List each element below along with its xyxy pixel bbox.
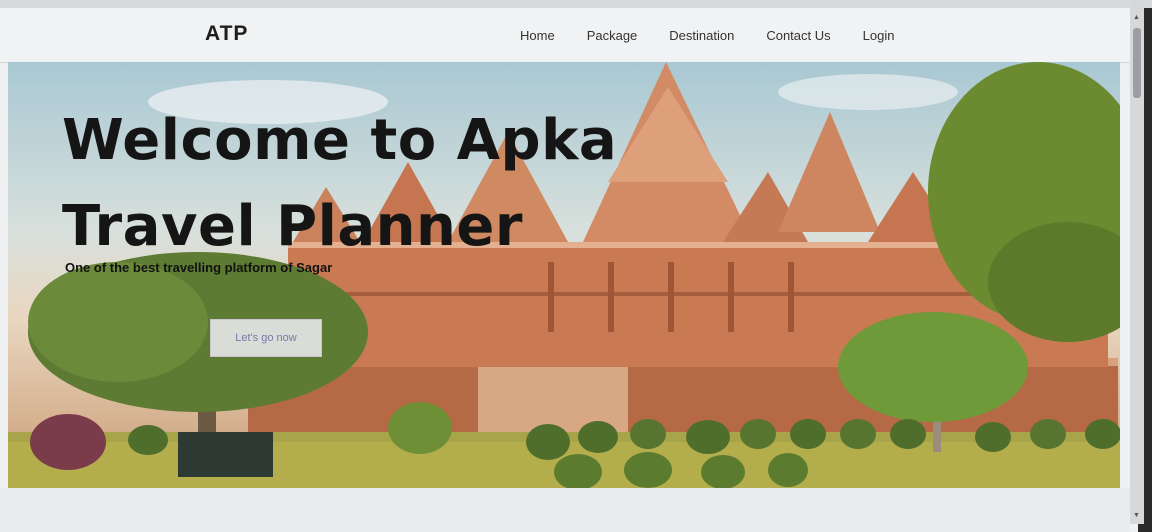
brand-logo[interactable]: ATP (205, 22, 248, 46)
hero-title: Welcome to Apka Travel Planner (62, 108, 618, 259)
scroll-up-arrow-icon[interactable]: ▲ (1133, 14, 1140, 21)
hero-subtitle: One of the best travelling platform of S… (65, 260, 333, 275)
nav-contact-us[interactable]: Contact Us (766, 28, 830, 43)
navbar: ATP Home Package Destination Contact Us … (0, 8, 1130, 63)
scrollbar-thumb[interactable] (1133, 28, 1141, 98)
nav-home[interactable]: Home (520, 28, 555, 43)
browser-top-strip (0, 0, 1152, 8)
browser-viewport: ATP Home Package Destination Contact Us … (0, 8, 1138, 532)
nav-package[interactable]: Package (587, 28, 638, 43)
hero-section: Welcome to Apka Travel Planner One of th… (8, 62, 1120, 488)
nav-destination[interactable]: Destination (669, 28, 734, 43)
below-hero-area (0, 488, 1130, 532)
lets-go-now-button[interactable]: Let's go now (210, 319, 322, 357)
nav-login[interactable]: Login (863, 28, 895, 43)
nav-links: Home Package Destination Contact Us Logi… (520, 28, 894, 43)
scroll-down-arrow-icon[interactable]: ▼ (1133, 512, 1140, 519)
